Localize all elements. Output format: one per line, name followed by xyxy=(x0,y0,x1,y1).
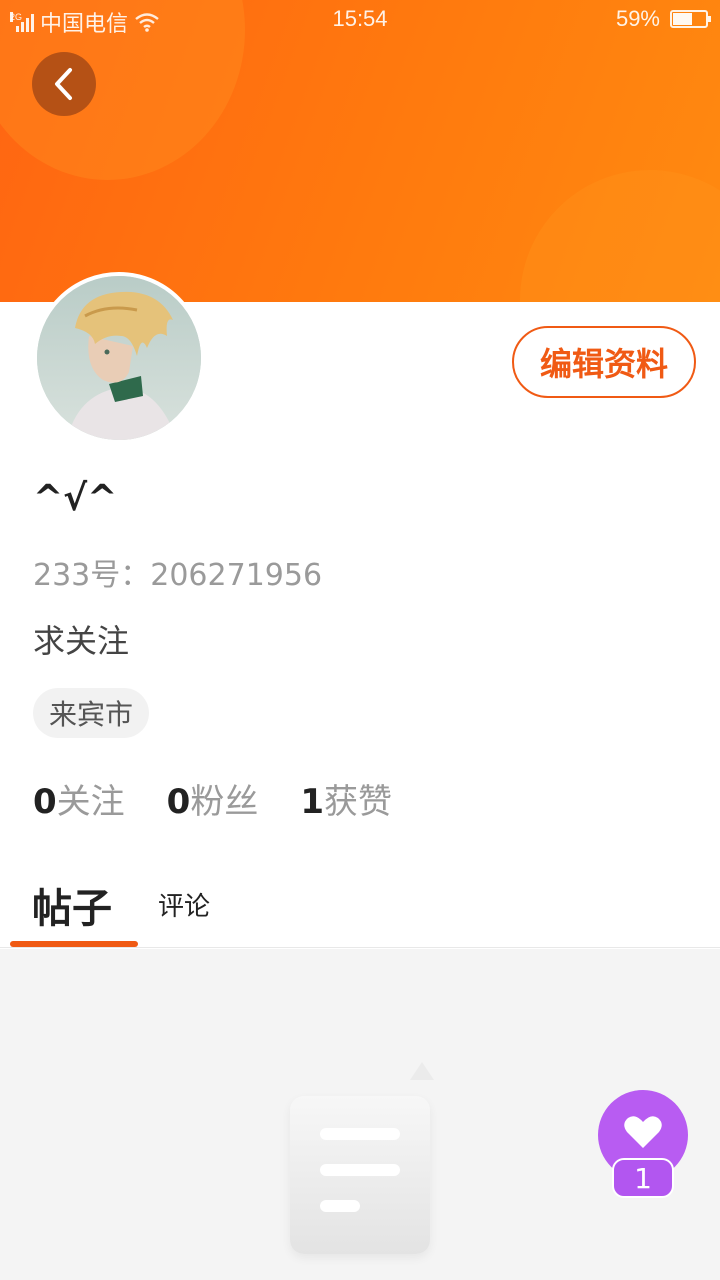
document-line xyxy=(320,1200,360,1212)
battery-level xyxy=(673,13,692,25)
stat-value: 1 xyxy=(300,782,325,822)
stat-likes[interactable]: 1 获赞 xyxy=(300,774,392,823)
status-bar-right: 59% xyxy=(615,6,711,32)
tab-comments[interactable]: 评论 xyxy=(158,886,210,923)
stat-label: 获赞 xyxy=(324,782,393,822)
active-tab-indicator xyxy=(10,941,138,947)
stat-value: 0 xyxy=(166,782,191,822)
heart-icon xyxy=(624,1116,662,1148)
stat-followers[interactable]: 0 粉丝 xyxy=(167,774,259,823)
document-icon xyxy=(290,1096,430,1254)
status-time: 15:54 xyxy=(332,6,388,31)
location-tag: 来宾市 xyxy=(33,688,150,738)
user-id: 233号：206271956 xyxy=(33,558,323,593)
tab-posts[interactable]: 帖子 xyxy=(32,876,112,934)
avatar-image xyxy=(37,276,201,440)
user-bio: 求关注 xyxy=(33,622,130,660)
status-bar: 2G 中国电信 15:54 59% xyxy=(0,0,720,38)
document-line xyxy=(320,1164,400,1176)
empty-decoration xyxy=(410,1062,434,1080)
profile-header-background xyxy=(0,0,720,302)
stat-label: 粉丝 xyxy=(190,782,259,822)
stat-following[interactable]: 0 关注 xyxy=(33,774,125,823)
back-button[interactable] xyxy=(32,52,96,116)
profile-stats: 0 关注 0 粉丝 1 获赞 xyxy=(33,774,392,823)
header-decoration xyxy=(520,170,720,302)
edit-profile-button[interactable]: 编辑资料 xyxy=(512,326,696,398)
like-count-badge: 1 xyxy=(612,1158,674,1198)
battery-percent: 59% xyxy=(615,6,660,31)
username: ^√^ xyxy=(33,478,118,519)
stat-label: 关注 xyxy=(56,782,125,822)
chevron-left-icon xyxy=(55,68,72,100)
avatar[interactable] xyxy=(33,272,205,444)
content-tabs: 帖子 评论 xyxy=(0,860,720,948)
document-line xyxy=(320,1128,400,1140)
stat-value: 0 xyxy=(33,782,57,822)
battery-icon xyxy=(670,10,711,28)
